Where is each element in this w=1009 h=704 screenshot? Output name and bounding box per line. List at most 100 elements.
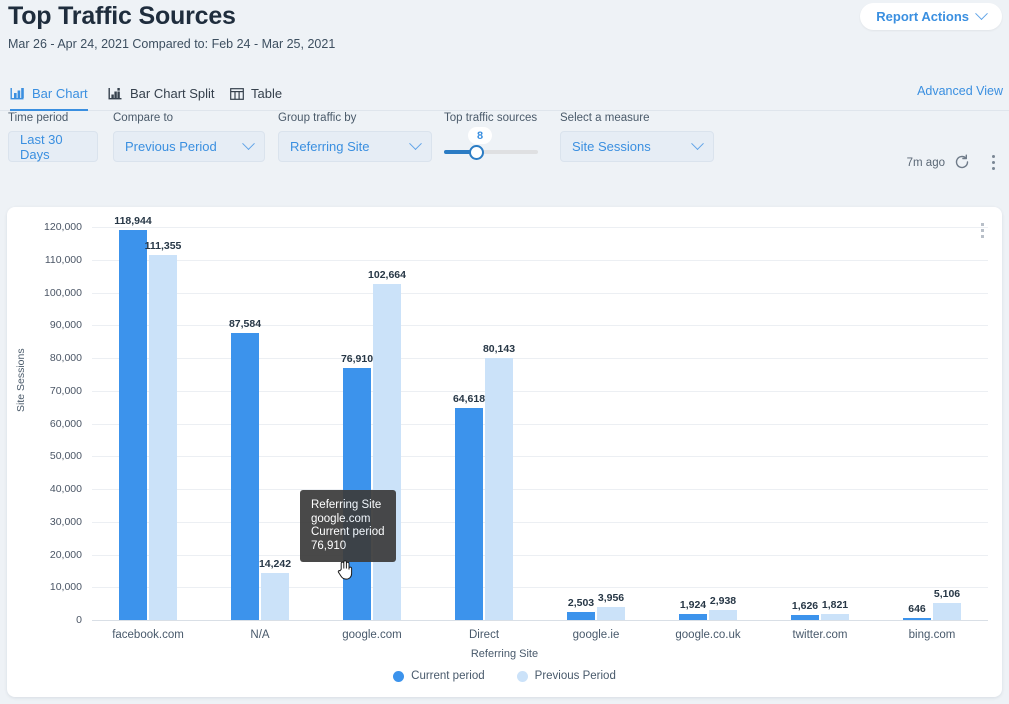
- tab-bar-chart[interactable]: Bar Chart: [10, 78, 88, 111]
- page-date-range-subtitle: Mar 26 - Apr 24, 2021 Compared to: Feb 2…: [8, 37, 336, 51]
- tooltip-line-1: google.com: [311, 512, 371, 525]
- y-axis-tick-label: 120,000: [44, 221, 82, 233]
- slider-knob[interactable]: [469, 145, 484, 160]
- y-axis-tick-label: 110,000: [44, 253, 82, 266]
- bar-current-period[interactable]: [791, 614, 819, 620]
- filter-compare-to: Compare to Previous Period: [113, 112, 265, 162]
- y-axis-tick-label: 10,000: [49, 581, 82, 594]
- compare-to-select[interactable]: Previous Period: [113, 131, 265, 162]
- grid-line: [92, 489, 988, 490]
- y-axis-tick-label: 30,000: [49, 515, 82, 528]
- y-axis-tick-label: 40,000: [49, 483, 82, 495]
- tab-table-label: Table: [251, 86, 283, 101]
- bar-previous-period[interactable]: [485, 357, 513, 620]
- tab-bar-chart-split-label: Bar Chart Split: [130, 86, 215, 101]
- time-period-value: Last 30 Days: [20, 131, 63, 162]
- filter-time-period: Time period Last 30 Days: [8, 112, 98, 162]
- y-axis-tick-label: 60,000: [49, 417, 82, 430]
- advanced-view-link[interactable]: Advanced View: [917, 84, 1003, 98]
- kebab-dot: [991, 154, 995, 158]
- grid-line: [92, 521, 988, 523]
- filter-bar: Time period Last 30 Days Compare to Prev…: [0, 112, 1009, 194]
- bar-current-period[interactable]: [119, 230, 147, 620]
- bar-previous-period[interactable]: [261, 573, 289, 620]
- bar-current-period[interactable]: [455, 408, 483, 620]
- tooltip-line-0: Referring Site: [311, 499, 382, 511]
- select-a-measure-select[interactable]: Site Sessions: [560, 131, 714, 162]
- bar-previous-period[interactable]: [821, 614, 849, 620]
- filter-select-a-measure: Select a measure Site Sessions: [560, 112, 714, 162]
- bar-value-label: 80,143: [482, 342, 516, 355]
- top-traffic-sources-slider[interactable]: 8: [444, 127, 538, 162]
- bar-current-period[interactable]: [903, 617, 931, 620]
- tab-bar-chart-label: Bar Chart: [32, 86, 88, 101]
- y-axis-tick-label: 100,000: [44, 286, 82, 299]
- bar-value-label: 64,618: [452, 393, 486, 406]
- bar-value-label: 5,106: [933, 588, 961, 601]
- bar-previous-period[interactable]: [373, 283, 401, 620]
- x-axis-baseline: [92, 620, 988, 621]
- x-axis-category-label: N/A: [250, 629, 270, 641]
- bar-value-label: 1,626: [791, 599, 819, 612]
- legend-item[interactable]: Previous Period: [516, 670, 616, 682]
- grid-line: [92, 227, 988, 228]
- grid-line: [92, 390, 988, 392]
- chart-card: Site Sessions 0 10,000 20,000 30,000 40,000 5…: [7, 207, 1002, 697]
- bar-chart-icon: [10, 87, 25, 101]
- chevron-down-icon: [242, 137, 255, 151]
- group-traffic-by-select[interactable]: Referring Site: [278, 131, 432, 162]
- refresh-icon[interactable]: [953, 153, 971, 171]
- bar-value-label: 646: [908, 602, 926, 615]
- time-period-label: Time period: [8, 112, 69, 124]
- y-axis-tick-label: 20,000: [49, 548, 82, 561]
- bar-previous-period[interactable]: [933, 603, 961, 620]
- bar-value-label: 14,242: [258, 558, 292, 571]
- grid-line: [92, 554, 988, 556]
- table-icon: [230, 87, 244, 101]
- y-axis-tick-label: 0: [76, 614, 82, 626]
- chevron-down-icon: [691, 137, 704, 151]
- slider-value-bubble: 8: [468, 127, 492, 144]
- legend-color-swatch: [393, 670, 405, 682]
- grid-line: [92, 423, 988, 425]
- tooltip-line-2: Current period: [311, 526, 385, 538]
- chevron-down-icon: [409, 137, 422, 151]
- report-actions-label: Report Actions: [876, 9, 969, 24]
- time-period-select[interactable]: Last 30 Days: [8, 131, 98, 162]
- legend-item[interactable]: Current period: [393, 670, 485, 682]
- compare-to-label: Compare to: [113, 112, 174, 124]
- more-vertical-icon[interactable]: [985, 152, 1001, 172]
- x-axis-category-label: Direct: [468, 629, 500, 641]
- y-axis-tick-label: 50,000: [49, 450, 82, 463]
- tab-bar-chart-split[interactable]: Bar Chart Split: [108, 78, 215, 109]
- bar-previous-period[interactable]: [597, 607, 625, 620]
- page-title: Top Traffic Sources: [8, 2, 236, 30]
- bar-chart-split-icon: [108, 87, 123, 101]
- bar-current-period[interactable]: [231, 333, 259, 620]
- kebab-dot: [991, 160, 995, 164]
- bar-value-label: 2,938: [709, 595, 737, 608]
- group-traffic-by-value: Referring Site: [290, 139, 370, 154]
- group-traffic-by-label: Group traffic by: [278, 112, 357, 124]
- top-traffic-sources-label: Top traffic sources: [444, 112, 538, 124]
- grid-line: [92, 456, 988, 458]
- bar-chart-plot: Site Sessions 0 10,000 20,000 30,000 40,000 5…: [7, 207, 1002, 697]
- grid-line: [92, 587, 988, 589]
- report-actions-button[interactable]: Report Actions: [860, 3, 1002, 30]
- bar-value-label: 1,924: [679, 598, 707, 611]
- bar-current-period[interactable]: [679, 613, 707, 620]
- legend-label: Current period: [411, 670, 485, 682]
- select-a-measure-value: Site Sessions: [572, 139, 651, 154]
- bar-value-label: 1,821: [821, 599, 849, 612]
- bar-previous-period[interactable]: [149, 255, 177, 620]
- bar-current-period[interactable]: [567, 611, 595, 620]
- chevron-down-icon: [975, 7, 988, 21]
- x-axis-category-label: facebook.com: [112, 629, 184, 641]
- tab-table[interactable]: Table: [230, 78, 282, 109]
- view-tabs: Bar Chart Bar Chart Split Table Advanced…: [0, 78, 1009, 111]
- chart-tooltip: Referring Site google.com Current period 76…: [300, 490, 396, 562]
- select-a-measure-label: Select a measure: [560, 112, 650, 124]
- bar-value-label: 3,956: [597, 592, 625, 605]
- bar-value-label: 111,355: [144, 240, 182, 253]
- bar-previous-period[interactable]: [709, 610, 737, 620]
